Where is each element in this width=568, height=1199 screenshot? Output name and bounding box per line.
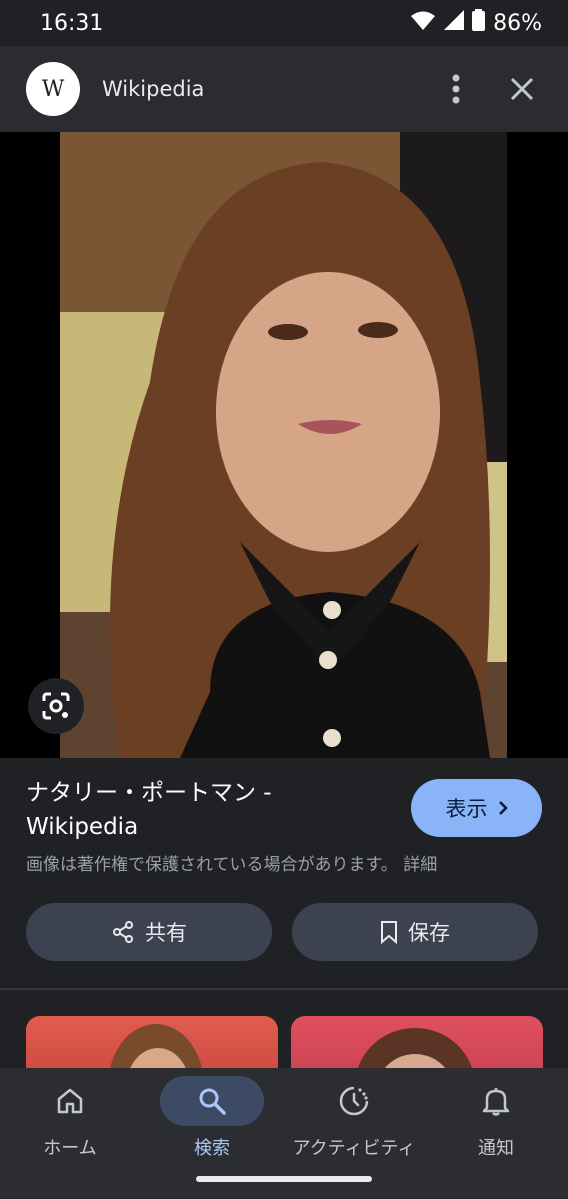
chevron-right-icon (498, 801, 508, 815)
signal-icon (444, 10, 465, 36)
wifi-icon (410, 9, 436, 37)
battery-icon (472, 9, 486, 37)
nav-home-label: ホーム (43, 1138, 97, 1159)
share-label: 共有 (145, 921, 187, 945)
nav-activity[interactable]: アクティビティ (284, 1076, 424, 1160)
site-title[interactable]: Wikipedia (102, 77, 412, 101)
status-bar: 16:31 86% (0, 0, 568, 46)
source-header: W Wikipedia (0, 46, 568, 132)
activity-icon (339, 1086, 369, 1116)
close-button[interactable] (500, 67, 544, 111)
result-title[interactable]: ナタリー・ポートマン - Wikipedia (26, 776, 386, 844)
image-viewer[interactable] (0, 132, 568, 758)
nav-activity-label: アクティビティ (292, 1138, 416, 1159)
lens-search-button[interactable] (28, 678, 84, 734)
more-vert-icon (452, 74, 460, 104)
nav-search[interactable]: 検索 (142, 1076, 282, 1160)
nav-notifications-label: 通知 (478, 1138, 514, 1159)
copyright-note[interactable]: 画像は著作権で保護されている場合があります。 詳細 (26, 850, 437, 875)
save-button[interactable]: 保存 (292, 903, 538, 961)
save-label: 保存 (408, 921, 450, 945)
share-icon (113, 921, 133, 943)
search-icon (199, 1088, 226, 1115)
view-button[interactable]: 表示 (411, 779, 542, 837)
wikipedia-logo: W (26, 62, 80, 116)
bookmark-icon (381, 921, 397, 944)
home-indicator[interactable] (196, 1176, 372, 1182)
close-icon (510, 77, 534, 101)
status-icons: 86% (410, 9, 542, 37)
nav-notifications[interactable]: 通知 (426, 1076, 566, 1160)
result-image (60, 132, 507, 758)
lens-icon (42, 692, 70, 720)
status-time: 16:31 (40, 10, 104, 36)
nav-home[interactable]: ホーム (0, 1076, 140, 1160)
home-icon (57, 1088, 83, 1114)
divider (0, 988, 568, 990)
battery-level: 86% (493, 10, 542, 36)
bell-icon (482, 1088, 510, 1116)
view-label: 表示 (445, 797, 488, 821)
nav-search-label: 検索 (194, 1138, 230, 1159)
share-button[interactable]: 共有 (26, 903, 272, 961)
more-options-button[interactable] (434, 67, 478, 111)
